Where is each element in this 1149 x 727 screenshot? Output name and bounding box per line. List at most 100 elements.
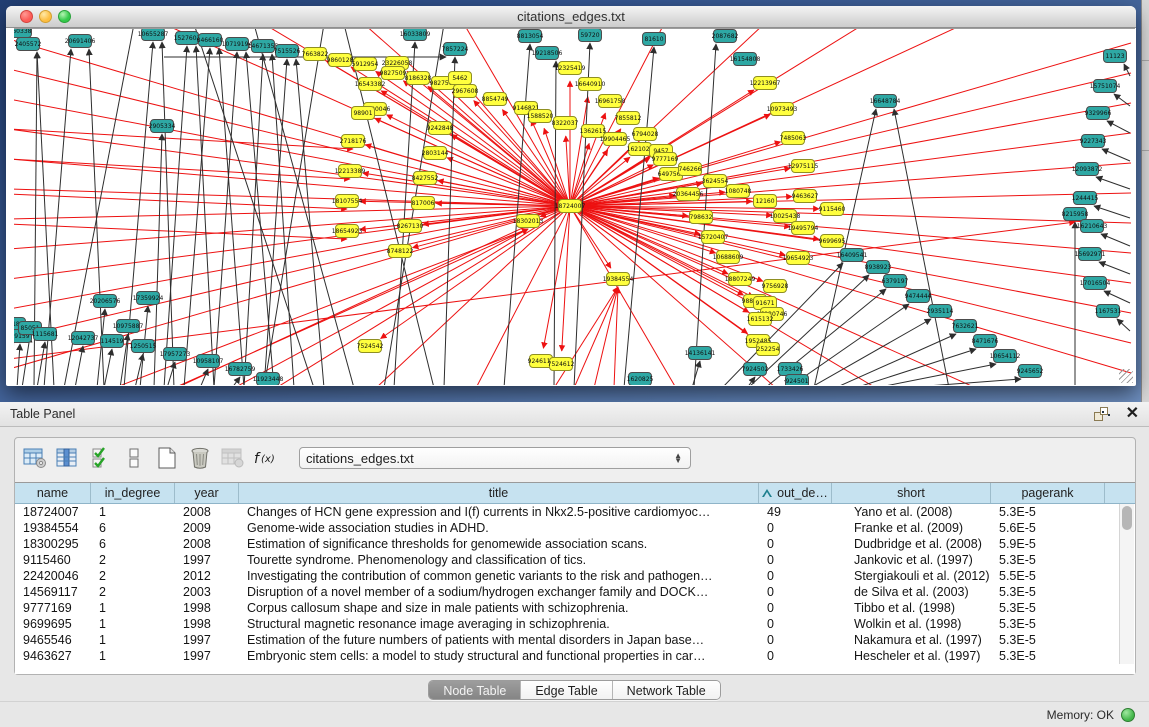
graph-node[interactable]: 15751074 xyxy=(1090,80,1121,93)
citation-graph[interactable]: 1603382405572206914061065528715276028466… xyxy=(14,29,1135,385)
graph-node[interactable]: 8186328 xyxy=(405,72,432,85)
graph-node[interactable]: 1244415 xyxy=(1072,192,1099,205)
graph-node[interactable]: 8466160 xyxy=(197,34,224,47)
graph-node[interactable]: 11923448 xyxy=(253,373,284,386)
graph-node[interactable]: 2935114 xyxy=(927,305,954,318)
select-rows-icon[interactable] xyxy=(87,445,115,471)
graph-node[interactable]: 7524542 xyxy=(357,340,384,353)
graph-node[interactable]: 9227343 xyxy=(1080,135,1107,148)
graph-node[interactable]: 924501 xyxy=(786,375,809,386)
table-row[interactable]: 1456911722003Disruption of a novel membe… xyxy=(15,584,1135,600)
graph-node[interactable]: 9242848 xyxy=(427,122,454,135)
graph-node[interactable]: 160338 xyxy=(14,29,32,38)
graph-node[interactable]: 16961758 xyxy=(595,95,626,108)
graph-node[interactable]: 9777169 xyxy=(652,153,679,166)
graph-node[interactable]: 8215958 xyxy=(1062,208,1089,221)
graph-node[interactable]: 7663822 xyxy=(302,48,329,61)
graph-node[interactable]: 8813054 xyxy=(517,30,544,43)
tab-edge-table[interactable]: Edge Table xyxy=(521,681,612,699)
table-selector-dropdown[interactable]: citations_edges.txt ▲▼ xyxy=(299,447,691,469)
graph-node[interactable]: 7632621 xyxy=(952,320,979,333)
table-row[interactable]: 1872400712008Changes of HCN gene express… xyxy=(15,504,1135,520)
resize-grip-icon[interactable] xyxy=(1119,369,1133,383)
graph-node[interactable]: 5462 xyxy=(449,72,472,85)
graph-node[interactable]: 1615132 xyxy=(747,313,774,326)
graph-node[interactable]: 2405572 xyxy=(15,38,42,51)
graph-node[interactable]: 10688609 xyxy=(713,251,744,264)
graph-node[interactable]: 19654923 xyxy=(783,252,814,265)
float-window-icon[interactable] xyxy=(1094,407,1110,421)
function-builder-icon[interactable]: f(x) xyxy=(252,445,280,471)
graph-node[interactable]: 12975115 xyxy=(788,160,819,173)
column-header-short[interactable]: short xyxy=(832,483,991,503)
graph-node[interactable]: 12042737 xyxy=(68,332,99,345)
table-row[interactable]: 1830029562008Estimation of significance … xyxy=(15,536,1135,552)
graph-node[interactable]: 798632 xyxy=(690,211,713,224)
graph-node[interactable]: 19904465 xyxy=(600,133,631,146)
table-settings-icon[interactable] xyxy=(21,445,49,471)
delete-table-icon[interactable] xyxy=(186,445,214,471)
graph-node[interactable]: 10975887 xyxy=(113,320,144,333)
graph-node[interactable]: 817006 xyxy=(412,197,435,210)
graph-node[interactable]: 5912954 xyxy=(352,58,379,71)
graph-node[interactable]: 16543382 xyxy=(355,78,386,91)
graph-node[interactable]: 12160 xyxy=(754,195,777,208)
graph-node[interactable]: 17359924 xyxy=(133,292,164,305)
column-header-name[interactable]: name xyxy=(15,483,91,503)
graph-node[interactable]: 18807249 xyxy=(725,273,756,286)
network-canvas[interactable]: 1603382405572206914061065528715276028466… xyxy=(14,28,1135,385)
table-scrollbar[interactable] xyxy=(1119,504,1134,664)
graph-node[interactable]: 1115681 xyxy=(32,328,59,341)
graph-node[interactable]: 98901 xyxy=(352,107,375,120)
graph-node[interactable]: 1733426 xyxy=(777,363,804,376)
graph-node[interactable]: 20206576 xyxy=(90,295,121,308)
table-row[interactable]: 977716911998Corpus callosum shape and si… xyxy=(15,600,1135,616)
graph-node[interactable]: 19495794 xyxy=(788,222,819,235)
graph-node[interactable]: 16782759 xyxy=(225,363,256,376)
table-row[interactable]: 946554611997Estimation of the future num… xyxy=(15,632,1135,648)
column-header-year[interactable]: year xyxy=(175,483,239,503)
column-header-out_de[interactable]: out_de… xyxy=(759,483,832,503)
graph-node[interactable]: 8938923 xyxy=(865,261,892,274)
graph-node[interactable]: 9463627 xyxy=(792,190,819,203)
graph-node[interactable]: 10655287 xyxy=(138,29,169,41)
graph-node[interactable]: 18302013 xyxy=(513,215,544,228)
tab-node-table[interactable]: Node Table xyxy=(429,681,521,699)
graph-node[interactable]: 10025438 xyxy=(770,210,801,223)
graph-node[interactable]: 2905334 xyxy=(149,120,176,133)
graph-node[interactable]: 14136141 xyxy=(685,347,716,360)
graph-node[interactable]: 114519 xyxy=(101,335,124,348)
import-table-icon[interactable] xyxy=(219,445,247,471)
graph-node[interactable]: 12213389 xyxy=(335,165,366,178)
column-header-title[interactable]: title xyxy=(239,483,759,503)
column-header-pagerank[interactable]: pagerank xyxy=(991,483,1105,503)
graph-node[interactable]: 16154808 xyxy=(730,53,761,66)
graph-node[interactable]: 7515526 xyxy=(274,45,301,58)
table-row[interactable]: 2242004622012Investigating the contribut… xyxy=(15,568,1135,584)
graph-node[interactable]: 7924502 xyxy=(742,363,769,376)
graph-node[interactable]: 16033809 xyxy=(400,29,431,41)
graph-node[interactable]: 12093872 xyxy=(1072,163,1103,176)
new-table-icon[interactable] xyxy=(153,445,181,471)
graph-node[interactable]: 1620825 xyxy=(627,373,654,386)
table-row[interactable]: 946362711997Embryonic stem cells: a mode… xyxy=(15,648,1135,664)
graph-node[interactable]: 20364456 xyxy=(673,188,704,201)
graph-node[interactable]: 59720 xyxy=(579,29,602,42)
graph-node[interactable]: 7857224 xyxy=(442,43,469,56)
graph-node[interactable]: 9329966 xyxy=(1085,107,1112,120)
graph-node[interactable]: 15692971 xyxy=(1075,248,1106,261)
graph-node[interactable]: 16648784 xyxy=(870,95,901,108)
graph-node[interactable]: 19218506 xyxy=(532,47,563,60)
window-titlebar[interactable]: citations_edges.txt xyxy=(6,6,1136,28)
graph-node[interactable]: 17957273 xyxy=(160,348,191,361)
graph-node[interactable]: 2718176 xyxy=(340,135,367,148)
graph-node[interactable]: 9115460 xyxy=(819,203,846,216)
graph-node[interactable]: 20691406 xyxy=(65,35,96,48)
graph-node[interactable]: 18724007 xyxy=(555,200,586,213)
table-row[interactable]: 1938455462009Genome-wide association stu… xyxy=(15,520,1135,536)
graph-node[interactable]: 9756928 xyxy=(762,280,789,293)
table-row[interactable]: 911546021997Tourette syndrome. Phenomeno… xyxy=(15,552,1135,568)
graph-node[interactable]: 9245652 xyxy=(1017,365,1044,378)
graph-node[interactable]: 15720407 xyxy=(698,231,729,244)
graph-node[interactable]: 11123 xyxy=(1104,50,1127,63)
